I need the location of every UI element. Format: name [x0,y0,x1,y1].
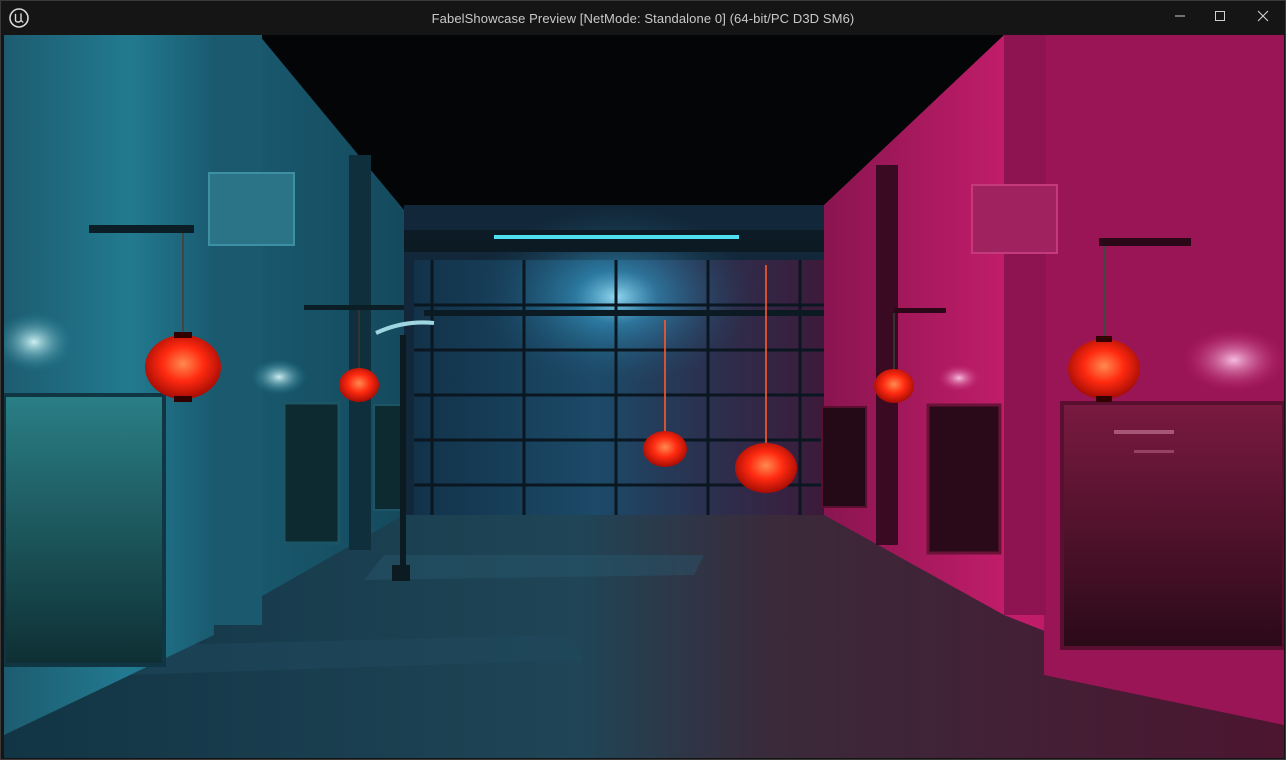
alley-scene [4,35,1284,758]
minimize-icon [1175,15,1185,17]
title-bar[interactable]: FabelShowcase Preview [NetMode: Standalo… [1,1,1285,35]
close-icon [1257,10,1269,22]
close-button[interactable] [1242,1,1284,31]
minimize-button[interactable] [1159,1,1201,31]
game-preview-window: FabelShowcase Preview [NetMode: Standalo… [0,0,1286,760]
maximize-icon [1215,11,1225,21]
game-viewport[interactable] [4,35,1284,758]
maximize-button[interactable] [1199,1,1241,31]
window-title: FabelShowcase Preview [NetMode: Standalo… [431,11,855,26]
